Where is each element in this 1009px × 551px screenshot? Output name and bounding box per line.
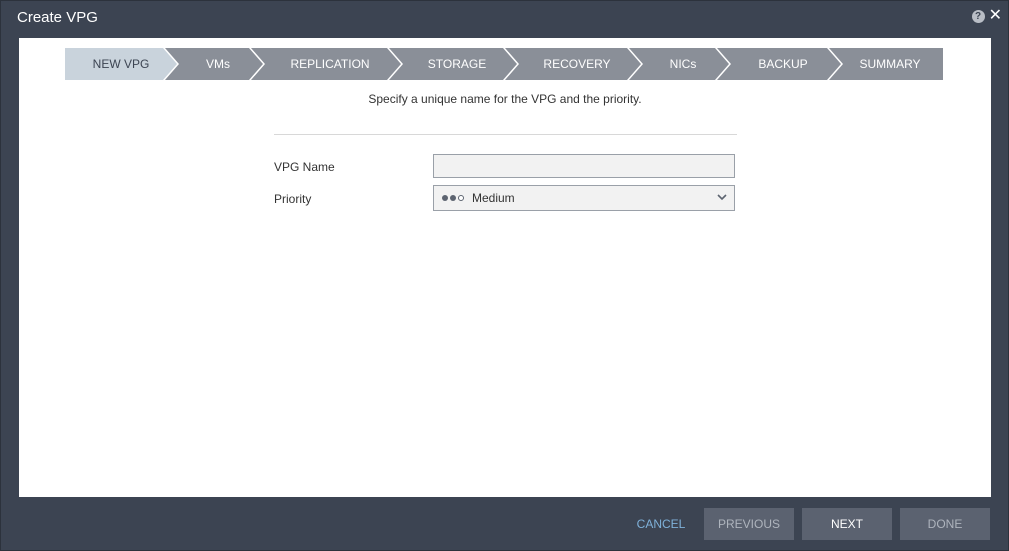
step-label: STORAGE [427,57,487,71]
help-icon[interactable]: ? [971,9,985,23]
step-backup[interactable]: BACKUP [717,48,841,80]
step-nics[interactable]: NICs [629,48,729,80]
step-label: BACKUP [758,57,808,71]
next-button[interactable]: NEXT [802,508,892,540]
step-summary[interactable]: SUMMARY [829,48,943,80]
step-replication[interactable]: REPLICATION [251,48,401,80]
step-new-vpg[interactable]: NEW VPG [65,48,177,80]
step-label: NEW VPG [92,57,150,71]
step-vms[interactable]: VMs [165,48,263,80]
step-instructions: Specify a unique name for the VPG and th… [368,92,642,106]
priority-level-icon [442,195,464,201]
priority-dot-filled [442,195,448,201]
title-icons: ? ✕ [971,8,1002,24]
dialog-title: Create VPG [17,9,98,26]
cancel-button[interactable]: CANCEL [616,508,706,540]
divider [274,134,737,135]
priority-dot-filled [450,195,456,201]
wizard-content: NEW VPG VMs REPLICATION STORAGE RECOVERY… [19,38,991,497]
chevron-down-icon [717,194,727,201]
priority-dot-empty [458,195,464,201]
step-label: NICs [669,57,697,71]
priority-label: Priority [274,192,312,206]
vpg-name-label: VPG Name [274,160,335,174]
create-vpg-dialog: Create VPG ? ✕ NEW VPG VMs REPLICATION S… [0,0,1009,551]
priority-select[interactable]: Medium [433,185,735,211]
step-recovery[interactable]: RECOVERY [505,48,641,80]
vpg-name-input[interactable] [433,154,735,178]
step-storage[interactable]: STORAGE [389,48,517,80]
step-label: RECOVERY [543,57,611,71]
priority-value: Medium [472,191,515,205]
previous-button[interactable]: PREVIOUS [704,508,794,540]
step-label: VMs [206,57,230,71]
step-label: SUMMARY [859,57,921,71]
close-icon[interactable]: ✕ [989,8,1002,24]
done-button[interactable]: DONE [900,508,990,540]
step-label: REPLICATION [290,57,370,71]
wizard-steps: NEW VPG VMs REPLICATION STORAGE RECOVERY… [65,48,943,80]
